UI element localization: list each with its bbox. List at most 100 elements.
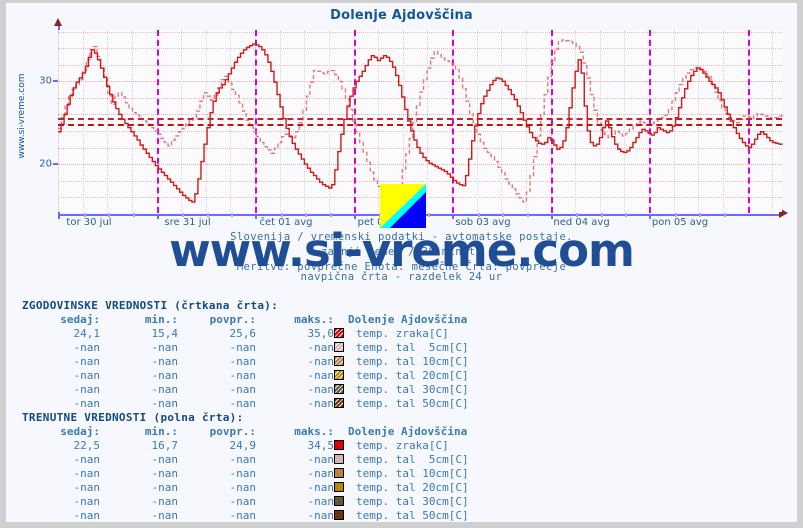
table-header-cell: povpr.: [209, 425, 256, 438]
x-tick-mark-minor [600, 213, 603, 217]
table-cell-maks: -nan [307, 383, 335, 396]
table-header-cell: maks.: [294, 425, 334, 438]
table-row: 24,1 15,4 25,6 35,0 temp. zraka[C] [22, 327, 469, 341]
legend-color-swatch [334, 482, 344, 492]
table-row: -nan -nan -nan -nan temp. tal 10cm[C] [22, 355, 469, 369]
table-cell-povpr: -nan [229, 481, 257, 494]
y-tick-mark [53, 163, 58, 165]
x-tick-mark-minor [699, 213, 702, 217]
legend-label: temp. tal 30cm[C] [356, 495, 469, 508]
legend-swatch-cell [334, 509, 356, 523]
y-tick-mark [53, 80, 58, 83]
table-cell-povpr: 25,6 [229, 327, 257, 340]
table-cell-povpr: -nan [229, 467, 257, 480]
legend-label: temp. zraka[C] [356, 327, 449, 340]
table-cell-min: -nan [151, 397, 179, 410]
legend-swatch-cell [334, 467, 356, 481]
subtitle-line-2: zadnji teden / 30 minut. [320, 246, 483, 258]
legend-swatch-cell [334, 495, 356, 509]
x-tick-mark-minor [329, 213, 332, 217]
table-cell-min: -nan [151, 509, 179, 522]
table-cell-maks: -nan [307, 341, 335, 354]
table-header-row: sedaj: min.: povpr.: maks.: Dolenje Ajdovšči… [22, 313, 469, 327]
values-table: sedaj: min.: povpr.: maks.: Dolenje Ajdovšči… [22, 425, 469, 523]
x-tick-mark [255, 214, 257, 219]
table-cell-sedaj: 24,1 [73, 327, 101, 340]
table-cell-sedaj: -nan [73, 341, 101, 354]
table-cell-sedaj: -nan [73, 383, 101, 396]
table-cell-sedaj: -nan [73, 355, 101, 368]
table-cell-maks: 34,5 [307, 439, 335, 452]
legend-color-swatch [334, 440, 344, 450]
table-header-cell: sedaj: [60, 425, 100, 438]
table-header-row: sedaj: min.: povpr.: maks.: Dolenje Ajdovšči… [22, 425, 469, 439]
x-tick-mark [550, 214, 553, 219]
x-tick-mark-minor [206, 213, 209, 217]
table-cell-sedaj: 22,5 [73, 439, 101, 452]
table-cell-sedaj: -nan [73, 467, 101, 480]
x-tick-mark-minor [576, 213, 579, 217]
legend-swatch-cell [334, 369, 356, 383]
table-section-title: ZGODOVINSKE VREDNOSTI (črtkana črta): [22, 299, 279, 312]
table-cell-min: -nan [151, 453, 179, 466]
x-tick-mark-minor [108, 213, 111, 217]
table-cell-povpr: -nan [229, 453, 257, 466]
x-tick-mark [353, 214, 356, 219]
x-tick-mark-minor [625, 213, 628, 217]
table-row: 22,5 16,7 24,9 34,5 temp. zraka[C] [22, 439, 469, 453]
legend-swatch-cell [334, 453, 356, 467]
chart-page: Dolenje Ajdovščina www.si-vreme.com 20 30… [6, 3, 797, 522]
table-section-title: TRENUTNE VREDNOSTI (polna črta): [22, 411, 244, 424]
vertical-site-watermark: www.si-vreme.com [17, 73, 27, 159]
x-tick-mark-minor [477, 213, 480, 217]
x-tick-mark-minor [231, 213, 234, 217]
table-cell-maks: -nan [307, 509, 335, 522]
y-tick-label: 20 [39, 158, 52, 170]
x-tick-label: sob 03 avg [455, 217, 511, 228]
table-header-cell: min.: [144, 425, 178, 438]
table-cell-maks: -nan [307, 467, 335, 480]
legend-color-swatch [334, 468, 344, 478]
table-cell-povpr: -nan [229, 509, 257, 522]
legend-color-swatch [334, 356, 344, 366]
table-cell-povpr: -nan [229, 341, 257, 354]
values-table: sedaj: min.: povpr.: maks.: Dolenje Ajdovšči… [22, 313, 469, 411]
x-tick-label: sre 31 jul [164, 217, 211, 228]
historical-values-table: ZGODOVINSKE VREDNOSTI (črtkana črta): sed… [22, 299, 469, 411]
table-cell-min: -nan [151, 467, 179, 480]
table-row: -nan -nan -nan -nan temp. tal 5cm[C] [22, 341, 469, 355]
table-header-cell: sedaj: [60, 313, 100, 326]
table-cell-sedaj: -nan [73, 509, 101, 522]
table-cell-povpr: -nan [229, 383, 257, 396]
table-row: -nan -nan -nan -nan temp. tal 50cm[C] [22, 397, 469, 411]
table-cell-maks: -nan [307, 397, 335, 410]
table-header-cell: Dolenje Ajdovščina [348, 425, 468, 438]
table-row: -nan -nan -nan -nan temp. tal 30cm[C] [22, 495, 469, 509]
legend-label: temp. tal 20cm[C] [356, 369, 469, 382]
x-tick-mark-minor [723, 213, 726, 217]
x-tick-mark-minor [526, 213, 529, 217]
x-tick-label: tor 30 jul [66, 217, 112, 228]
legend-label: temp. tal 5cm[C] [356, 341, 469, 354]
table-cell-sedaj: -nan [73, 481, 101, 494]
legend-label: temp. tal 10cm[C] [356, 467, 469, 480]
legend-color-swatch [334, 398, 344, 408]
subtitle-line-1: Slovenija / vremenski podatki - avtomats… [230, 231, 573, 243]
table-cell-maks: -nan [307, 453, 335, 466]
legend-label: temp. tal 30cm[C] [356, 383, 469, 396]
legend-label: temp. tal 20cm[C] [356, 481, 469, 494]
legend-swatch-cell [334, 355, 356, 369]
legend-color-swatch [334, 370, 344, 380]
table-cell-min: 15,4 [151, 327, 179, 340]
table-cell-sedaj: -nan [73, 397, 101, 410]
x-tick-mark-minor [502, 213, 505, 217]
x-tick-mark-minor [674, 213, 677, 217]
x-tick-mark [649, 214, 652, 219]
legend-label: temp. zraka[C] [356, 439, 449, 452]
y-tick-label: 30 [39, 75, 52, 87]
si-vreme-logo-icon [380, 184, 426, 228]
table-cell-povpr: 24,9 [229, 439, 257, 452]
table-cell-min: -nan [151, 341, 179, 354]
legend-swatch-cell [334, 481, 356, 495]
x-tick-mark [58, 214, 60, 219]
